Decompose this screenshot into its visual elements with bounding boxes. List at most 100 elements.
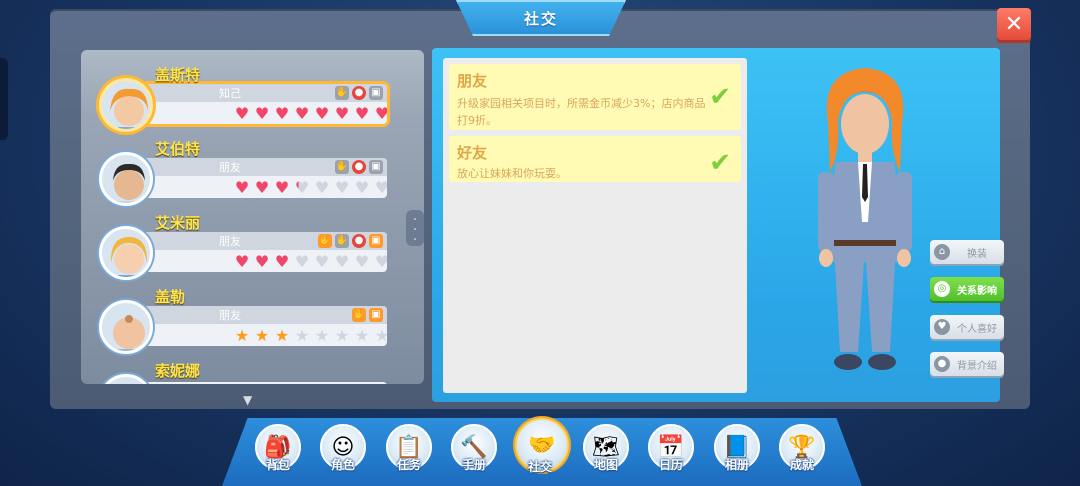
npc-card — [143, 382, 387, 384]
half-heart-icon: ♥ — [294, 178, 310, 197]
nav-label: 成就 — [789, 458, 814, 472]
affection-stars: ★ ★ ★ ★ ★ ★ ★ ★ ★ ★ — [233, 327, 387, 344]
npc-name: 盖勒 — [155, 288, 186, 306]
nav-handbook[interactable]: 🔨 手册 — [449, 424, 499, 473]
heart-icon: ♥ — [274, 252, 290, 271]
avatar — [99, 300, 153, 354]
heart-icon: ♥ — [374, 252, 387, 271]
check-icon: ✔ — [709, 82, 731, 112]
relation-effect-button[interactable]: ◎ 关系影响 — [930, 277, 1004, 301]
nav-label: 角色 — [330, 458, 355, 472]
gift-shake-icon: ✋ — [335, 234, 349, 248]
npc-item-0[interactable]: 知己 ✋ ● ▣ ♥ ♥ ♥ ♥ ♥ ♥ ♥ ♥ ♥ ♥ 盖斯特 — [81, 64, 424, 138]
nav-character[interactable]: ☺ 角色 — [318, 424, 368, 473]
effect-card-good-friend: 好友 放心让妹妹和你玩耍。 ✔ — [449, 136, 741, 182]
heart-icon: ♥ — [354, 252, 370, 271]
preferences-button[interactable]: ♥ 个人喜好 — [930, 315, 1004, 339]
heart-icon: ♥ — [274, 178, 290, 197]
star-icon: ★ — [354, 326, 370, 345]
heart-icon: ♥ — [294, 252, 310, 271]
affection-hearts: ♥ ♥ ♥ ♥ ♥ ♥ ♥ ♥ ♥ ♥ — [233, 105, 387, 122]
hand-icon: ✋ — [352, 308, 366, 322]
star-icon: ★ — [334, 326, 350, 345]
heart-icon: ♥ — [374, 178, 387, 197]
star-icon: ★ — [294, 326, 310, 345]
preferences-label: 个人喜好 — [957, 323, 997, 335]
heart-icon: ♥ — [334, 178, 350, 197]
nav-album[interactable]: 📘 相册 — [712, 424, 762, 473]
effect-desc: 升级家园相关项目时，所需金币减少3%；店内商品打9折。 — [457, 97, 706, 127]
star-icon: ★ — [234, 326, 250, 345]
npc-item-2[interactable]: 朋友 ✋ ✋ ● ▣ ♥ ♥ ♥ ♥ ♥ ♥ ♥ ♥ ♥ ♥ 艾米丽 — [81, 212, 424, 286]
outfit-label: 换装 — [967, 248, 987, 260]
npc-card: 朋友 ✋ ● ▣ ♥ ♥ ♥ ♥ ♥ ♥ ♥ ♥ ♥ ♥ — [143, 158, 387, 198]
nav-task[interactable]: 📋 任务 — [384, 424, 434, 473]
effect-desc: 放心让妹妹和你玩耍。 — [457, 167, 567, 180]
heart-icon: ♥ — [374, 104, 387, 123]
heart-icon: ♥ — [334, 252, 350, 271]
relation-label: 朋友 — [219, 309, 241, 322]
heart-icon: ♥ — [314, 178, 330, 197]
heart-icon: ♥ — [234, 178, 250, 197]
hand-icon: ✋ — [318, 234, 332, 248]
effect-card-friend: 朋友 升级家园相关项目时，所需金币减少3%；店内商品打9折。 ✔ — [449, 64, 741, 130]
heart-icon: ♥ — [274, 104, 290, 123]
effect-title: 好友 — [457, 144, 488, 162]
chat-icon: ● — [352, 234, 366, 248]
gift-shake-icon: ✋ — [335, 86, 349, 100]
nav-label: 手册 — [461, 458, 486, 472]
gift-box-icon: ▣ — [369, 308, 383, 322]
scroll-down-icon[interactable]: ▼ — [243, 393, 252, 407]
heart-icon: ♥ — [354, 178, 370, 197]
npc-card: 知己 ✋ ● ▣ ♥ ♥ ♥ ♥ ♥ ♥ ♥ ♥ ♥ ♥ — [143, 84, 387, 124]
target-icon: ◎ — [934, 281, 950, 297]
npc-item-3[interactable]: 朋友 ✋ ▣ ★ ★ ★ ★ ★ ★ ★ ★ ★ ★ 盖勒 — [81, 286, 424, 360]
outfit-button[interactable]: ⌂ 换装 — [930, 240, 1004, 264]
npc-card: 朋友 ✋ ✋ ● ▣ ♥ ♥ ♥ ♥ ♥ ♥ ♥ ♥ ♥ ♥ — [143, 232, 387, 272]
heart-icon: ♥ — [254, 178, 270, 197]
npc-item-1[interactable]: 朋友 ✋ ● ▣ ♥ ♥ ♥ ♥ ♥ ♥ ♥ ♥ ♥ ♥ 艾伯特 — [81, 138, 424, 212]
nav-achievement[interactable]: 🏆 成就 — [777, 424, 827, 473]
person-icon: ● — [934, 356, 950, 372]
heart-icon: ♥ — [234, 104, 250, 123]
npc-item-4[interactable]: 索妮娜 — [81, 360, 424, 384]
avatar — [99, 374, 153, 384]
background-button[interactable]: ● 背景介绍 — [930, 352, 1004, 376]
avatar — [99, 78, 153, 132]
chat-icon: ● — [352, 86, 366, 100]
nav-label: 社交 — [527, 460, 552, 474]
heart-icon: ♥ — [314, 104, 330, 123]
chat-icon: ● — [352, 160, 366, 174]
effects-list: 朋友 升级家园相关项目时，所需金币减少3%；店内商品打9折。 ✔ 好友 放心让妹… — [443, 58, 747, 393]
character-model — [810, 62, 920, 392]
npc-name: 艾伯特 — [155, 140, 201, 158]
panel-handle[interactable]: · · · — [406, 210, 424, 247]
nav-calendar[interactable]: 📅 日历 — [646, 424, 696, 473]
heart-icon: ♥ — [294, 104, 310, 123]
npc-card: 朋友 ✋ ▣ ★ ★ ★ ★ ★ ★ ★ ★ ★ ★ — [143, 306, 387, 346]
nav-label: 背包 — [265, 458, 290, 472]
nav-label: 日历 — [658, 458, 683, 472]
nav-backpack[interactable]: 🎒 背包 — [253, 424, 303, 473]
heart-icon: ♥ — [334, 104, 350, 123]
relation-label: 朋友 — [219, 235, 241, 248]
home-icon: ⌂ — [934, 244, 950, 260]
heart-icon: ♥ — [314, 252, 330, 271]
window-title: 社交 — [456, 0, 626, 36]
nav-label: 相册 — [724, 458, 749, 472]
close-button[interactable]: ✕ — [997, 8, 1031, 40]
gift-box-icon: ▣ — [369, 160, 383, 174]
relation-label: 知己 — [219, 87, 241, 100]
heart-icon: ♥ — [934, 319, 950, 335]
gift-box-icon: ▣ — [369, 86, 383, 100]
gift-shake-icon: ✋ — [335, 160, 349, 174]
star-icon: ★ — [314, 326, 330, 345]
background-label: 背景介绍 — [957, 360, 997, 372]
star-icon: ★ — [254, 326, 270, 345]
nav-social[interactable]: 🤝 社交 — [515, 418, 569, 475]
left-edge-tab[interactable] — [0, 58, 8, 140]
nav-map[interactable]: 🗺 地图 — [581, 424, 631, 473]
avatar — [99, 226, 153, 280]
star-icon: ★ — [374, 326, 387, 345]
heart-icon: ♥ — [354, 104, 370, 123]
